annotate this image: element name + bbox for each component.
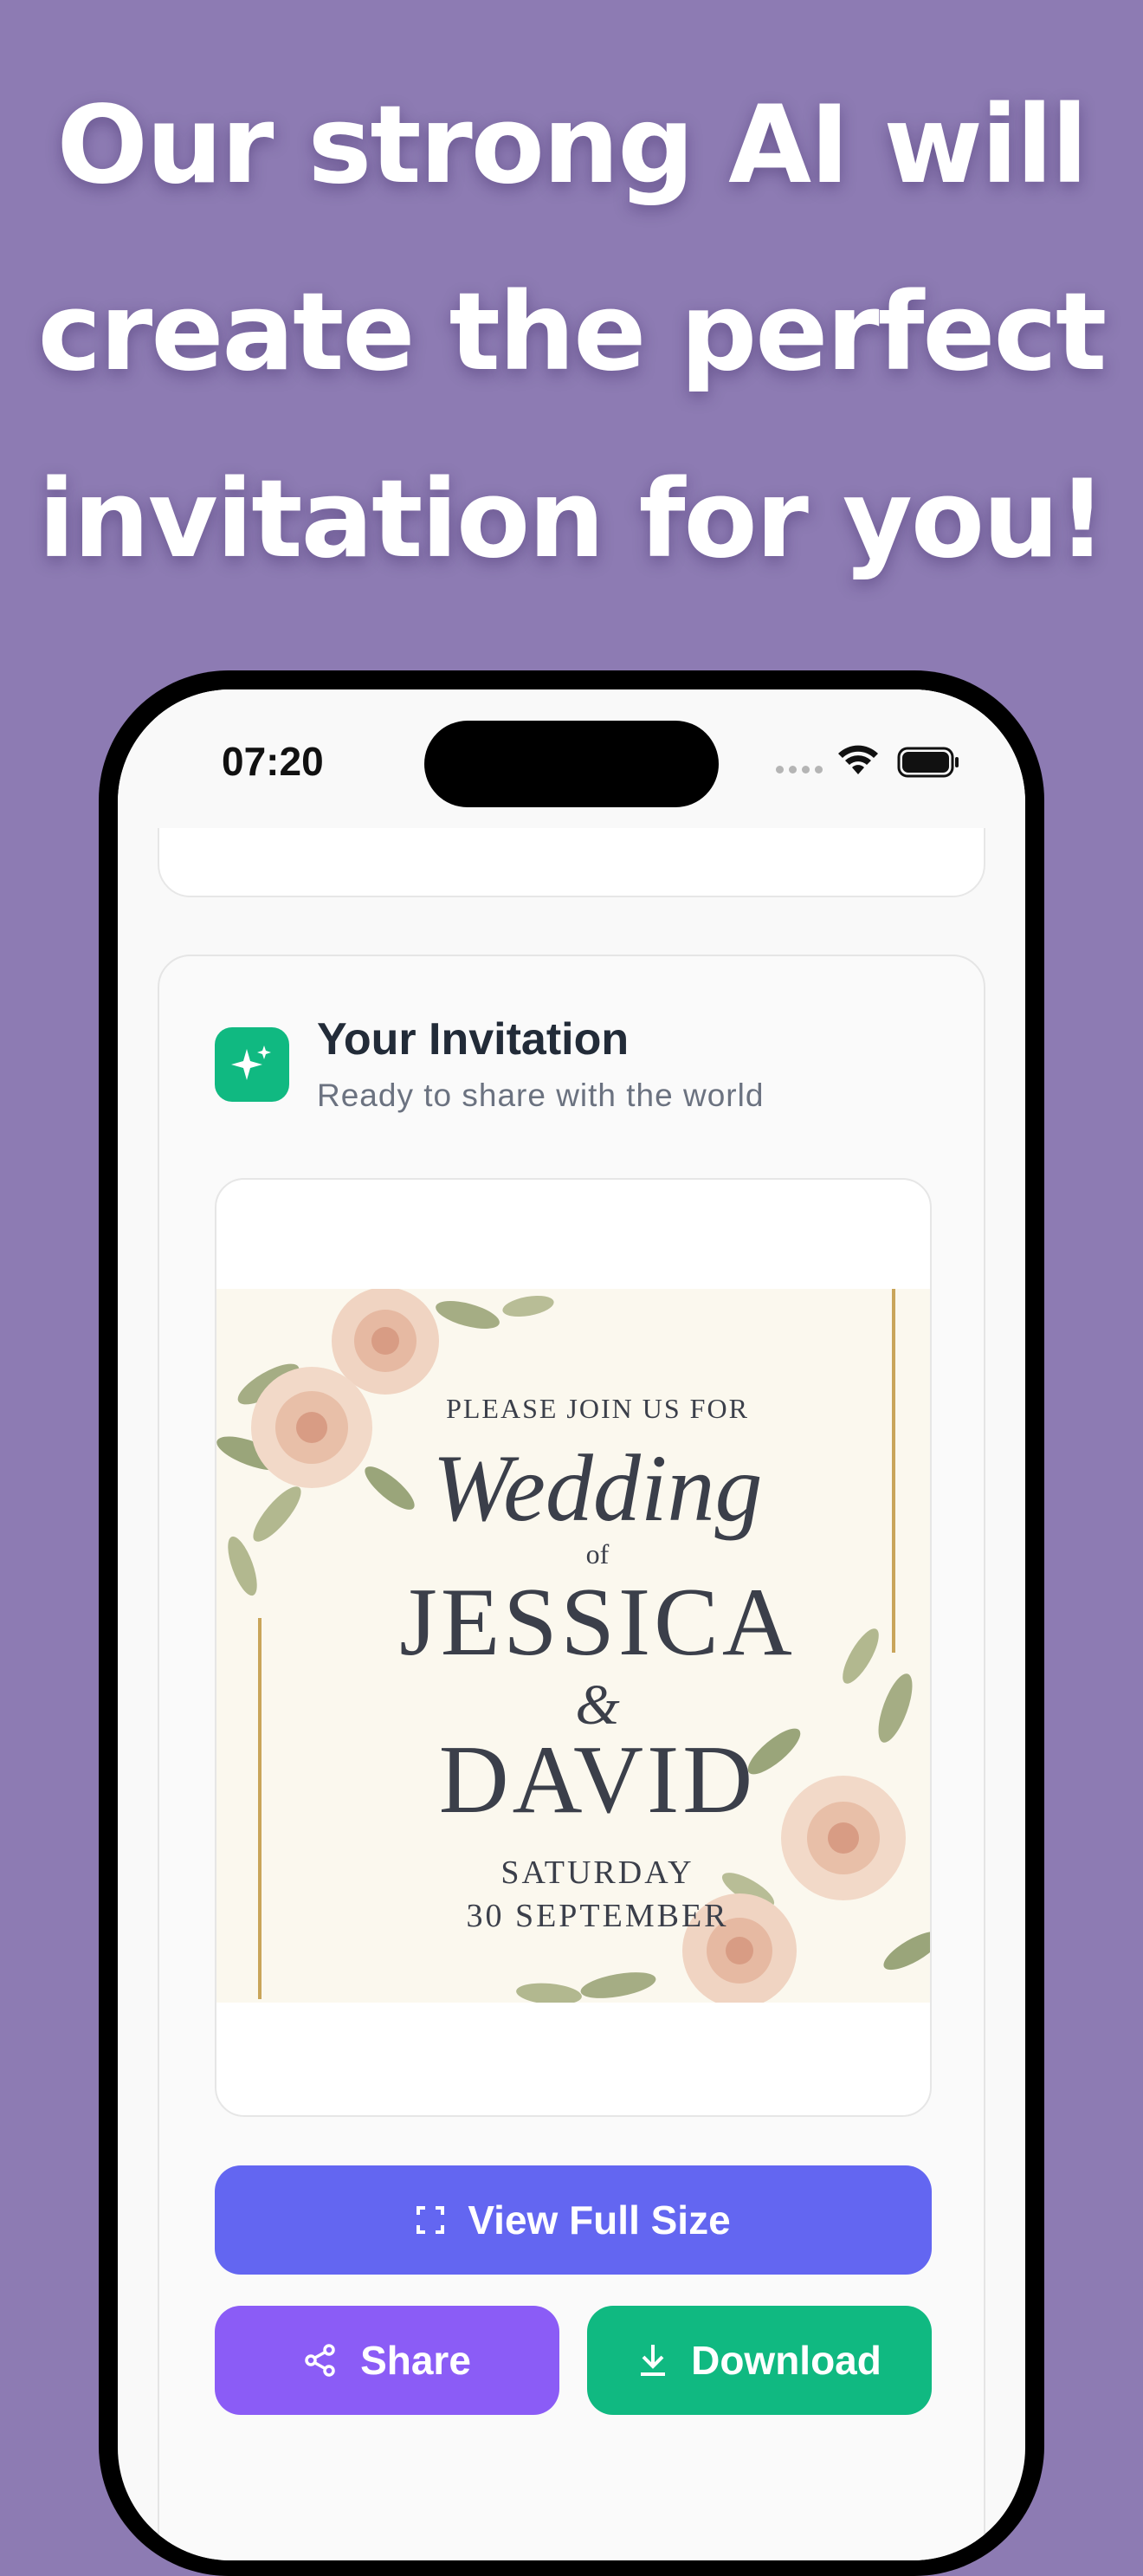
wifi-icon bbox=[838, 745, 878, 774]
invitation-name-1: JESSICA bbox=[399, 1569, 796, 1676]
download-button[interactable]: Download bbox=[587, 2306, 932, 2415]
gold-border-right bbox=[892, 1289, 895, 1653]
gold-border-left bbox=[258, 1618, 262, 1999]
headline-line-1: Our strong AI will bbox=[56, 83, 1088, 208]
headline-line-2: create the perfect bbox=[37, 270, 1107, 395]
invitation-name-2: DAVID bbox=[438, 1726, 757, 1834]
dynamic-island bbox=[424, 721, 719, 807]
invitation-script-text: Wedding bbox=[432, 1435, 763, 1541]
battery-icon bbox=[897, 747, 959, 778]
view-full-size-label: View Full Size bbox=[468, 2197, 731, 2243]
headline-line-3: invitation for you! bbox=[38, 457, 1107, 582]
card-subtitle: Ready to share with the world bbox=[317, 1078, 765, 1113]
invitation-preview[interactable]: PLEASE JOIN US FOR Wedding of JESSICA & … bbox=[215, 1178, 932, 2117]
share-icon bbox=[305, 2344, 335, 2377]
invitation-join-text: PLEASE JOIN US FOR bbox=[446, 1393, 749, 1424]
invitation-image: PLEASE JOIN US FOR Wedding of JESSICA & … bbox=[216, 1289, 930, 2003]
promo-headline: Our strong AI will create the perfect in… bbox=[0, 52, 1143, 613]
share-button[interactable]: Share bbox=[215, 2306, 559, 2415]
cellular-signal-icon bbox=[776, 766, 823, 773]
download-label: Download bbox=[691, 2338, 881, 2383]
phone-screen: 07:20 Your Invitation Ready to share wit… bbox=[118, 689, 1025, 2560]
invitation-result-card: Your Invitation Ready to share with the … bbox=[158, 955, 985, 2560]
invitation-date: 30 SEPTEMBER bbox=[466, 1898, 729, 1934]
status-bar: 07:20 bbox=[118, 689, 1025, 828]
download-icon bbox=[641, 2345, 666, 2376]
card-title: Your Invitation bbox=[317, 1014, 630, 1065]
share-label: Share bbox=[360, 2338, 471, 2383]
invitation-day: SATURDAY bbox=[500, 1854, 694, 1891]
sparkles-icon bbox=[215, 1027, 289, 1102]
status-time: 07:20 bbox=[222, 739, 324, 784]
phone-frame: 07:20 Your Invitation Ready to share wit… bbox=[99, 670, 1044, 2576]
expand-icon bbox=[417, 2206, 445, 2234]
view-full-size-button[interactable]: View Full Size bbox=[215, 2165, 932, 2275]
